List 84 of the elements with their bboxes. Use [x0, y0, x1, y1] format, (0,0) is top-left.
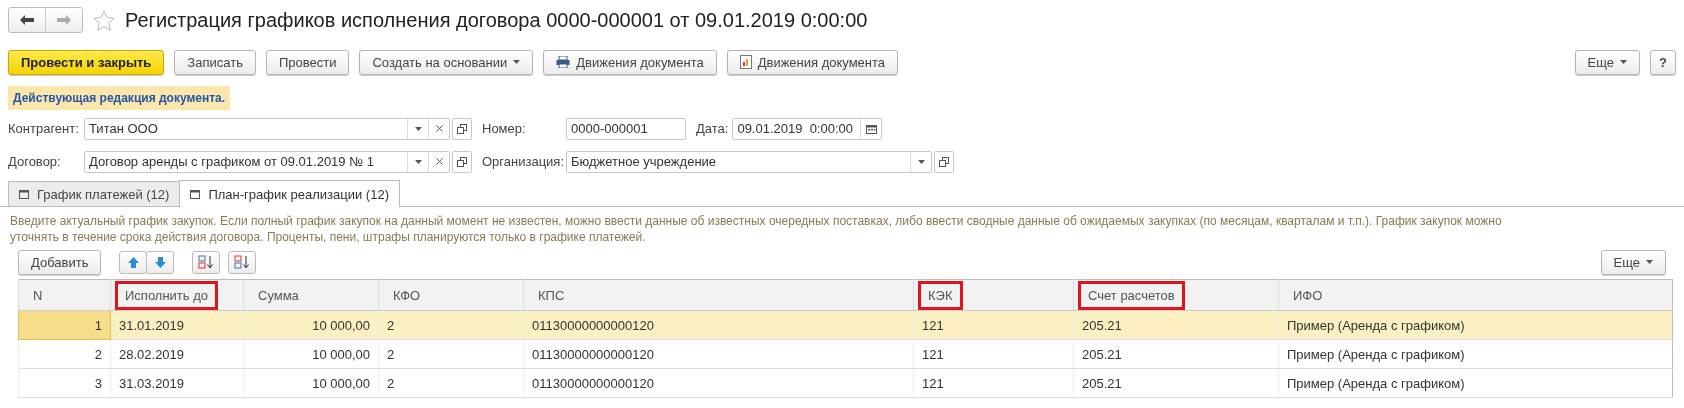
table-cell: 01130000000000120 [523, 310, 914, 340]
table-cell: 31.03.2019 [110, 368, 244, 398]
up-arrow-icon [127, 256, 139, 268]
tab[interactable]: График платежей (12) [8, 181, 181, 206]
table-cell: 31.01.2019 [110, 310, 244, 340]
windows-icon [457, 123, 467, 134]
column-header[interactable]: КЭК [918, 280, 963, 310]
printer-icon [556, 56, 571, 68]
post-and-close-button[interactable]: Провести и закрыть [8, 49, 165, 75]
calendar-icon [190, 189, 201, 199]
table-cell: 10 000,00 [243, 339, 379, 369]
field-label: Номер: [482, 121, 527, 136]
sort-icon [198, 255, 215, 269]
table-cell: 10 000,00 [243, 310, 379, 340]
table-cell: 205.21 [1073, 368, 1279, 398]
table-cell: 01130000000000120 [523, 368, 914, 398]
field-label: Организация: [482, 154, 566, 169]
column-header[interactable]: Счет расчетов [1078, 280, 1185, 310]
table-cell: 1 [18, 310, 111, 340]
right-arrow-icon [57, 15, 71, 25]
move-down-button[interactable] [146, 250, 175, 274]
star-icon[interactable] [93, 9, 115, 31]
column-header[interactable]: Исполнить до [115, 280, 218, 310]
table-cell: Пример (Аренда с графиком) [1278, 310, 1673, 340]
close-icon [435, 125, 443, 132]
toolbar-button[interactable]: Движения документа [726, 49, 899, 75]
more-button[interactable]: Еще [1574, 49, 1641, 75]
table-cell: 2 [18, 339, 111, 369]
field-label: Контрагент: [8, 121, 80, 136]
add-button[interactable]: Добавить [18, 249, 102, 275]
field-label: Договор: [8, 154, 62, 169]
table-cell: 2 [378, 339, 524, 369]
toolbar-button[interactable]: Записать [174, 49, 256, 75]
table-cell: 121 [913, 310, 1074, 340]
date-field[interactable]: 09.01.2019 0:00:00 [732, 117, 883, 140]
toolbar-button[interactable]: Создать на основании [359, 49, 534, 75]
sort-ascending-button[interactable] [192, 250, 221, 274]
open-button[interactable] [452, 150, 472, 173]
table-cell: 205.21 [1073, 339, 1279, 369]
counterparty-field[interactable]: Титан ООО [84, 117, 450, 140]
table-cell: Пример (Аренда с графиком) [1278, 339, 1673, 369]
toolbar-button[interactable]: Движения документа [543, 49, 717, 75]
window-title: Регистрация графиков исполнения договора 0000-000001 от 09.01.2019 0:00:00 [125, 8, 868, 32]
table-cell: 121 [913, 368, 1074, 398]
organization-field[interactable]: Бюджетное учреждение [566, 150, 932, 173]
sort-icon [234, 255, 251, 269]
column-header[interactable]: ИФО [1283, 280, 1333, 310]
open-button[interactable] [452, 117, 472, 140]
table-cell: 10 000,00 [243, 368, 379, 398]
table-cell: 3 [18, 368, 111, 398]
contract-field[interactable]: Договор аренды с графиком от 09.01.2019 № 1 [84, 150, 450, 173]
table-cell: 2 [378, 310, 524, 340]
table-cell: 28.02.2019 [110, 339, 244, 369]
toolbar-button[interactable]: Провести [265, 49, 350, 75]
windows-icon [939, 156, 949, 167]
table-cell: 205.21 [1073, 310, 1279, 340]
tab[interactable]: План-график реализации (12) [179, 180, 400, 207]
close-icon [435, 158, 443, 165]
down-arrow-icon [154, 256, 166, 268]
table-cell: 2 [378, 368, 524, 398]
calendar-icon [865, 123, 877, 134]
caret-icon [513, 60, 521, 64]
open-button[interactable] [934, 150, 954, 173]
caret-icon [1646, 260, 1653, 264]
report-icon [739, 55, 752, 69]
caret-icon [1620, 60, 1628, 64]
move-up-button[interactable] [119, 250, 148, 274]
field-label: Дата: [696, 121, 729, 136]
windows-icon [457, 156, 467, 167]
column-header[interactable]: КПС [528, 280, 575, 310]
table-cell: Пример (Аренда с графиком) [1278, 368, 1673, 398]
table-cell: 01130000000000120 [523, 339, 914, 369]
number-field[interactable]: 0000-000001 [566, 117, 686, 140]
caret-icon [917, 159, 925, 164]
calendar-icon [19, 189, 29, 199]
left-arrow-icon [20, 15, 34, 25]
table-cell: 121 [913, 339, 1074, 369]
hint-text: Введите актуальный график закупок. Если полный график закупок на данный момент не известен, можно ввести данные об известных очередных поставках, либо ввести сводные данные об ожидаемых закупках (по месяцам, кварталам и т.п.). График закупок можно уточнять в течение срока действия договора. Проценты, пени, штрафы планируются только в графике платежей. [9, 213, 1503, 245]
caret-icon [414, 159, 422, 164]
notice-text: Действующая редакция документа. [8, 86, 231, 110]
help-button[interactable]: ? [1650, 49, 1676, 75]
more-button[interactable]: Еще [1600, 249, 1666, 275]
caret-icon [414, 126, 422, 131]
sort-descending-button[interactable] [228, 250, 257, 274]
